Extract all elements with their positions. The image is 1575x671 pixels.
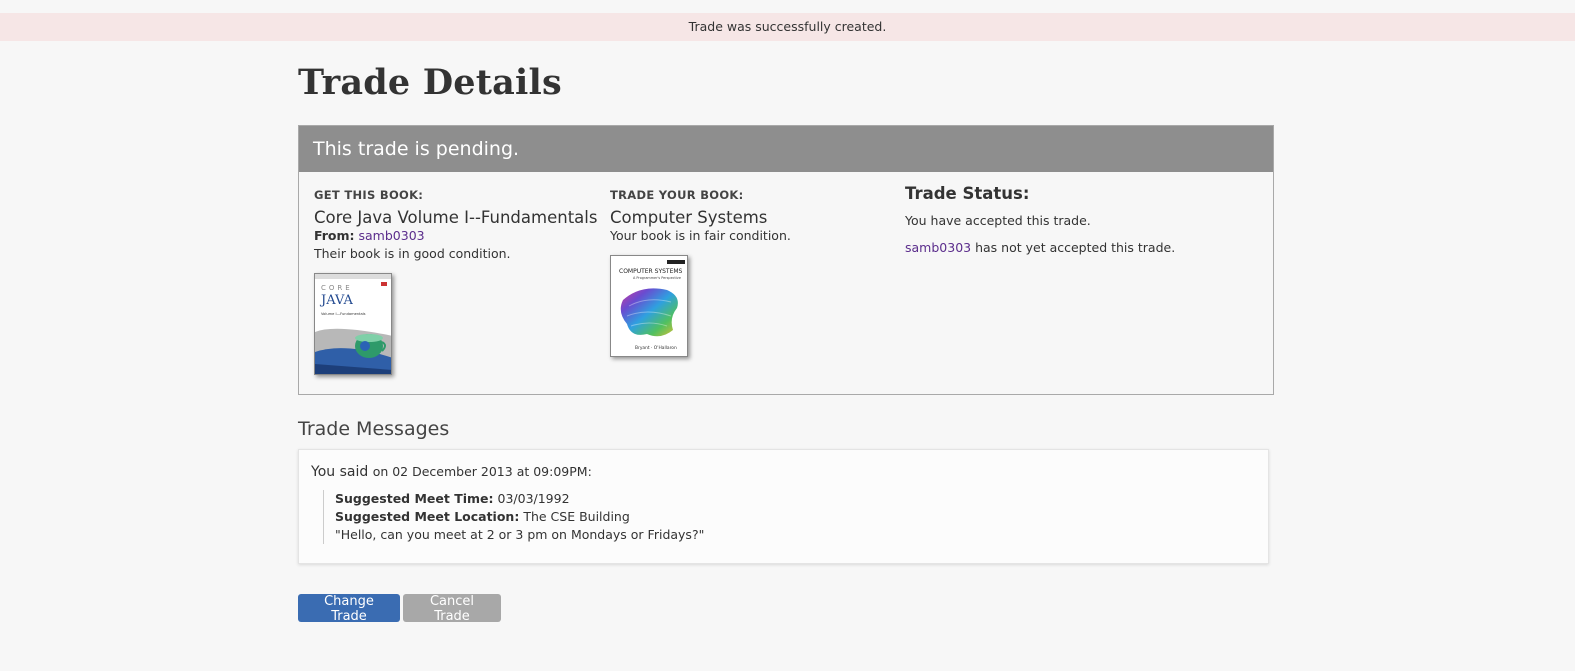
message-date: on 02 December 2013 at 09:09PM: [372,464,592,479]
your-book-title: Computer Systems [610,208,768,227]
your-book-condition: Your book is in fair condition. [610,228,791,243]
you-accepted-status: You have accepted this trade. [905,213,1091,228]
from-line: From: samb0303 [314,227,604,245]
meet-time-value: 03/03/1992 [497,491,570,506]
other-user-status: samb0303 has not yet accepted this trade… [905,240,1265,255]
cover-subtitle-text: Volume I—Fundamentals [321,312,366,316]
flash-message: Trade was successfully created. [0,13,1575,41]
meet-location-label: Suggested Meet Location: [335,509,520,524]
from-user-link[interactable]: samb0303 [359,228,425,243]
message-body: Suggested Meet Time: 03/03/1992 Suggeste… [323,490,704,544]
get-book-title: Core Java Volume I--Fundamentals [314,208,598,227]
message-item: You said on 02 December 2013 at 09:09PM:… [298,449,1269,564]
meet-time-label: Suggested Meet Time: [335,491,494,506]
status-user-link[interactable]: samb0303 [905,240,971,255]
cancel-trade-button[interactable]: Cancel Trade [403,594,501,624]
cover-cs-authors-text: Bryant · O'Hallaron [635,345,677,351]
get-book-column: GET THIS BOOK: Core Java Volume I--Funda… [314,188,604,375]
message-header: You said on 02 December 2013 at 09:09PM: [311,464,592,480]
rainbow-blanket-icon: COMPUTER SYSTEMS A Programmer's Perspect… [611,256,687,356]
trade-status-banner: This trade is pending. [299,126,1273,172]
core-java-cover-image: CORE JAVA Volume I—Fundamentals [314,273,392,375]
meet-location-value: The CSE Building [523,509,630,524]
change-trade-button[interactable]: Change Trade [298,594,400,624]
trade-panel: This trade is pending. GET THIS BOOK: Co… [298,125,1274,395]
cover-java-text: JAVA [319,293,353,308]
from-label: From: [314,228,355,243]
message-author: You said [311,464,369,480]
meet-location-line: Suggested Meet Location: The CSE Buildin… [335,508,704,526]
cover-cs-subtitle-text: A Programmer's Perspective [633,276,681,280]
other-not-accepted-text: has not yet accepted this trade. [975,240,1176,255]
trade-your-book-column: TRADE YOUR BOOK: Computer Systems Your b… [610,188,900,357]
trade-messages-title: Trade Messages [298,418,450,440]
trade-status-title: Trade Status: [905,184,1030,203]
their-book-condition: Their book is in good condition. [314,246,511,261]
page-title: Trade Details [298,62,562,103]
trade-your-book-label: TRADE YOUR BOOK: [610,188,744,202]
coffee-cup-globe-icon: CORE JAVA Volume I—Fundamentals [315,274,391,374]
computer-systems-cover-image: COMPUTER SYSTEMS A Programmer's Perspect… [610,255,688,357]
cover-cs-title-text: COMPUTER SYSTEMS [619,268,683,275]
trade-status-column: Trade Status: You have accepted this tra… [905,184,1265,255]
cover-core-text: CORE [321,284,353,292]
meet-time-line: Suggested Meet Time: 03/03/1992 [335,490,704,508]
message-text: "Hello, can you meet at 2 or 3 pm on Mon… [335,527,705,542]
get-book-label: GET THIS BOOK: [314,188,424,202]
